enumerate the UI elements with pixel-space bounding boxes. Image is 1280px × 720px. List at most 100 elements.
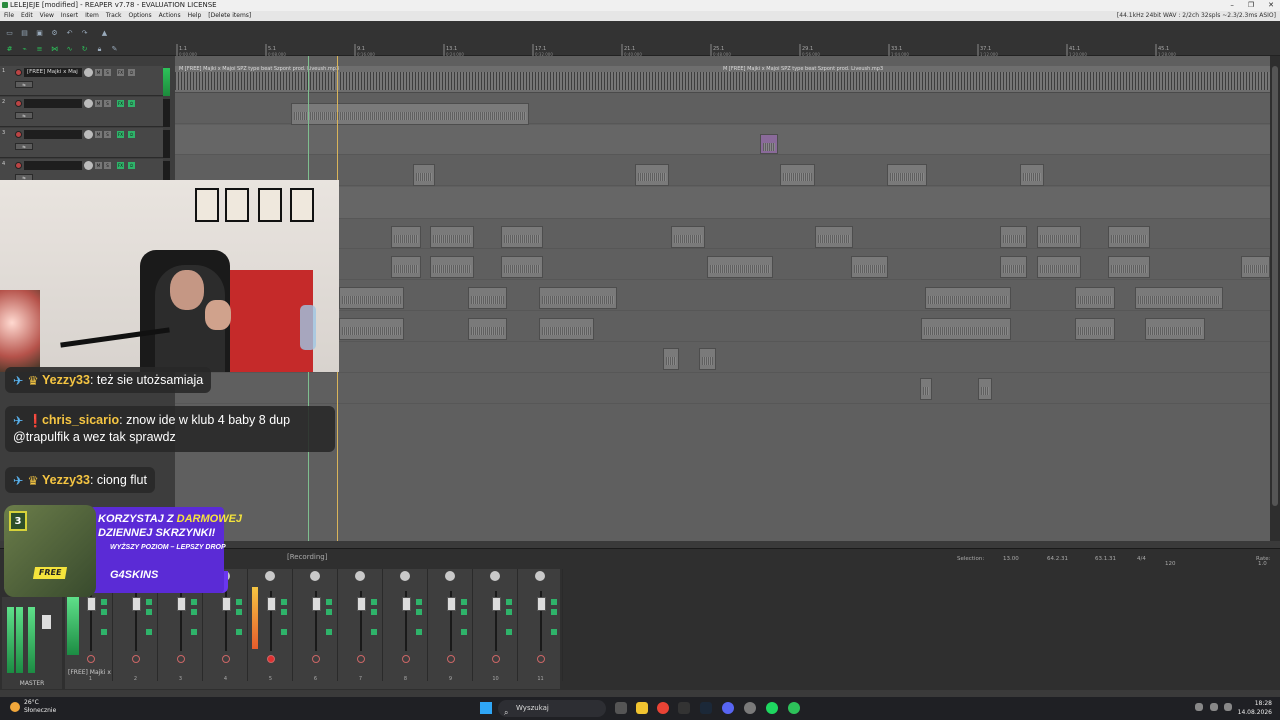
fx-button[interactable] (146, 599, 152, 605)
fx-button[interactable] (101, 599, 107, 605)
media-item[interactable] (501, 256, 543, 278)
volume-knob[interactable] (84, 161, 93, 170)
fx-bypass-button[interactable]: ⏻ (128, 131, 135, 138)
loop-icon[interactable]: ↻ (80, 45, 89, 53)
record-arm-button[interactable] (447, 655, 455, 663)
fx-bypass-button[interactable]: ⏻ (128, 69, 135, 76)
media-item[interactable] (920, 378, 932, 400)
spotify-icon[interactable] (766, 702, 778, 714)
media-item[interactable] (1145, 318, 1205, 340)
fx-button[interactable] (191, 599, 197, 605)
network-icon[interactable] (1210, 703, 1218, 711)
fx-button[interactable] (236, 599, 242, 605)
record-arm-button[interactable] (15, 131, 22, 138)
fx-button[interactable] (281, 599, 287, 605)
media-item[interactable] (501, 226, 543, 248)
grid-icon[interactable]: # (5, 45, 14, 53)
volume-fader[interactable] (402, 597, 411, 611)
media-item[interactable] (780, 164, 815, 186)
chat-username[interactable]: Yezzy33 (42, 373, 90, 387)
media-item[interactable] (635, 164, 669, 186)
track-name-field[interactable] (24, 99, 82, 108)
menu-options[interactable]: Options (129, 11, 152, 21)
media-item[interactable] (815, 226, 853, 248)
arrange-view[interactable]: M [FREE] Majki x Majoi SPZ type beat Szp… (175, 56, 1270, 541)
mute-button[interactable]: M (95, 69, 102, 76)
auto-crossfade-icon[interactable]: ⋈ (50, 45, 59, 53)
route-button[interactable] (101, 629, 107, 635)
track-name-field[interactable]: [FREE] Majki x Maj (24, 68, 82, 77)
fx-bypass-button[interactable] (551, 609, 557, 615)
track-lane[interactable] (175, 156, 1270, 186)
track-row[interactable]: 3 M S FX ⏻ ⇆ (0, 128, 163, 158)
reaper-icon[interactable] (788, 702, 800, 714)
media-item[interactable] (978, 378, 992, 400)
volume-fader[interactable] (222, 597, 231, 611)
media-item[interactable] (1108, 226, 1150, 248)
pan-knob[interactable] (400, 571, 410, 581)
chat-username[interactable]: chris_sicario (42, 413, 119, 427)
record-arm-button[interactable] (537, 655, 545, 663)
media-item[interactable] (699, 348, 716, 370)
media-item[interactable] (291, 103, 529, 125)
mixer-strip[interactable]: 5 (248, 569, 293, 682)
track-name-field[interactable] (24, 161, 82, 170)
mixer-strip[interactable]: 11 (518, 569, 563, 682)
track-lane[interactable] (175, 125, 1270, 155)
track-lane[interactable] (175, 219, 1270, 249)
media-item[interactable] (1241, 256, 1270, 278)
menu-help[interactable]: Help (188, 11, 202, 21)
mixer-strip[interactable]: 7 (338, 569, 383, 682)
system-tray-icon[interactable] (1195, 703, 1203, 711)
fx-button[interactable] (461, 599, 467, 605)
media-item[interactable] (339, 287, 404, 309)
pan-knob[interactable] (445, 571, 455, 581)
timeline-ruler[interactable]: 1.10:00.0005.10:08.0009.10:16.00013.10:2… (175, 44, 1270, 56)
media-item[interactable] (391, 226, 421, 248)
media-item[interactable] (339, 318, 404, 340)
media-item[interactable] (921, 318, 1011, 340)
mute-button[interactable]: M (95, 100, 102, 107)
fx-bypass-button[interactable] (326, 609, 332, 615)
media-item[interactable] (430, 226, 474, 248)
record-arm-button[interactable] (15, 69, 22, 76)
pan-knob[interactable] (490, 571, 500, 581)
media-item[interactable] (1075, 287, 1115, 309)
record-arm-button[interactable] (402, 655, 410, 663)
track-row[interactable]: 2 M S FX ⏻ ⇆ (0, 97, 163, 127)
media-item[interactable] (887, 164, 927, 186)
menu-item[interactable]: Item (85, 11, 99, 21)
media-item[interactable] (1037, 226, 1081, 248)
solo-button[interactable]: S (104, 162, 111, 169)
record-arm-button[interactable] (177, 655, 185, 663)
volume-knob[interactable] (84, 68, 93, 77)
record-arm-button[interactable] (312, 655, 320, 663)
new-project-icon[interactable]: ▭ (5, 29, 14, 37)
fx-button[interactable] (371, 599, 377, 605)
volume-knob[interactable] (84, 130, 93, 139)
bpm-display[interactable]: 120 (1165, 561, 1176, 567)
solo-button[interactable]: S (104, 69, 111, 76)
media-item[interactable] (1037, 256, 1081, 278)
record-arm-button[interactable] (87, 655, 95, 663)
media-item[interactable] (925, 287, 1011, 309)
fx-bypass-button[interactable]: ⏻ (128, 162, 135, 169)
mixer-strip[interactable]: 8 (383, 569, 428, 682)
media-item[interactable] (1000, 226, 1027, 248)
volume-fader[interactable] (492, 597, 501, 611)
record-arm-button[interactable] (357, 655, 365, 663)
discord-icon[interactable] (722, 702, 734, 714)
master-fader[interactable] (42, 615, 51, 629)
media-item[interactable] (391, 256, 421, 278)
fx-button[interactable] (416, 599, 422, 605)
envelope-icon[interactable]: ∿ (65, 45, 74, 53)
lock-icon[interactable]: 🔒︎ (95, 45, 104, 53)
redo-icon[interactable]: ↷ (80, 29, 89, 37)
mute-button[interactable]: M (95, 131, 102, 138)
promo-banner[interactable]: KORZYSTAJ Z DARMOWEJ DZIENNEJ SKRZYNKI! … (4, 505, 242, 597)
app-icon[interactable] (678, 702, 690, 714)
mixer-strip[interactable]: 10 (473, 569, 518, 682)
route-button[interactable] (146, 629, 152, 635)
fx-button[interactable] (506, 599, 512, 605)
route-button[interactable] (461, 629, 467, 635)
